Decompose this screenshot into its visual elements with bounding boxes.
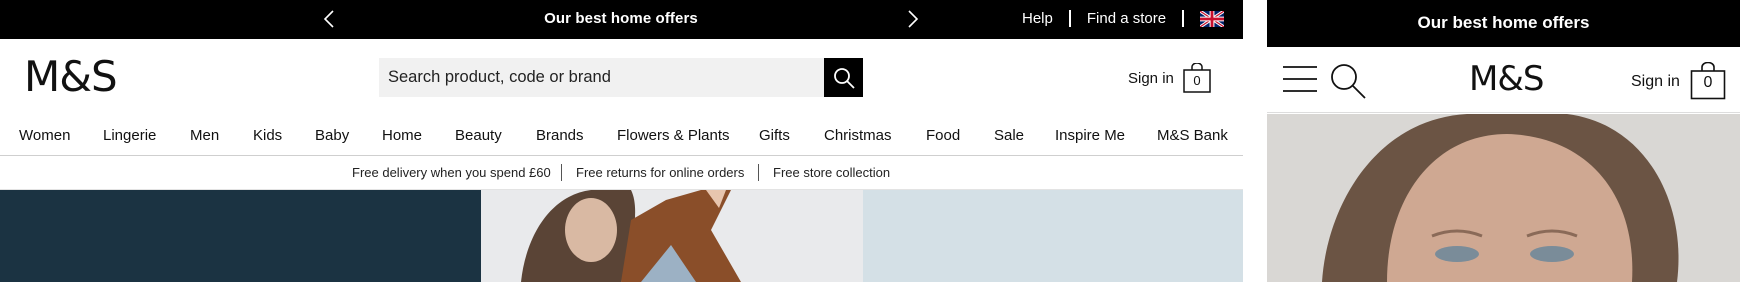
mobile-header: M&S Sign in 0	[1267, 47, 1740, 113]
nav-item-men[interactable]: Men	[190, 127, 219, 144]
chevron-right-icon[interactable]	[902, 8, 924, 30]
hero-panel-right[interactable]	[863, 190, 1243, 282]
ms-logo[interactable]: M&S	[24, 56, 118, 98]
desktop-view: Our best home offers Help Find a store M…	[0, 0, 1243, 282]
service-returns[interactable]: Free returns for online orders	[576, 165, 744, 180]
nav-item-sale[interactable]: Sale	[994, 127, 1024, 144]
help-link[interactable]: Help	[1022, 10, 1053, 27]
hero-panel-left[interactable]	[0, 190, 481, 282]
mobile-view: Our best home offers M&S Sign in 0	[1267, 0, 1740, 282]
nav-item-flowers-plants[interactable]: Flowers & Plants	[617, 127, 730, 144]
divider	[1068, 10, 1071, 27]
site-header: M&S Sign in 0	[0, 39, 1243, 114]
nav-item-ms-bank[interactable]: M&S Bank	[1157, 127, 1228, 144]
bag-count: 0	[1703, 74, 1713, 91]
nav-item-lingerie[interactable]: Lingerie	[103, 127, 156, 144]
bag-count: 0	[1193, 73, 1201, 88]
nav-item-christmas[interactable]: Christmas	[824, 127, 892, 144]
nav-item-kids[interactable]: Kids	[253, 127, 282, 144]
main-navigation: Women Lingerie Men Kids Baby Home Beauty…	[0, 122, 1243, 148]
search-input[interactable]	[379, 58, 825, 97]
divider	[561, 164, 562, 181]
ms-logo[interactable]: M&S	[1469, 62, 1544, 96]
chevron-left-icon[interactable]	[318, 8, 340, 30]
search-icon[interactable]	[1329, 62, 1367, 100]
nav-item-home[interactable]: Home	[382, 127, 422, 144]
divider	[1182, 10, 1185, 27]
hero-image[interactable]	[481, 190, 863, 282]
find-a-store-link[interactable]: Find a store	[1087, 10, 1166, 27]
sign-in-link[interactable]: Sign in	[1128, 70, 1174, 87]
divider	[758, 164, 759, 181]
service-delivery[interactable]: Free delivery when you spend £60	[352, 165, 551, 180]
mobile-promo-text[interactable]: Our best home offers	[1267, 0, 1740, 47]
search-icon	[833, 67, 855, 89]
nav-item-food[interactable]: Food	[926, 127, 960, 144]
hero-image[interactable]	[1267, 114, 1740, 282]
nav-item-inspire-me[interactable]: Inspire Me	[1055, 127, 1125, 144]
model-photo	[1267, 114, 1740, 282]
nav-item-gifts[interactable]: Gifts	[759, 127, 790, 144]
hamburger-menu-icon[interactable]	[1283, 65, 1317, 93]
sign-in-link[interactable]: Sign in	[1631, 73, 1680, 91]
search-button[interactable]	[824, 58, 863, 97]
nav-item-baby[interactable]: Baby	[315, 127, 349, 144]
service-collection[interactable]: Free store collection	[773, 165, 890, 180]
service-bar: Free delivery when you spend £60 Free re…	[0, 155, 1243, 190]
nav-item-women[interactable]: Women	[19, 127, 70, 144]
utility-links: Help Find a store	[1022, 10, 1225, 27]
uk-flag-icon[interactable]	[1200, 10, 1225, 27]
model-photo	[481, 190, 863, 282]
promo-bar: Our best home offers Help Find a store	[0, 0, 1243, 39]
nav-item-brands[interactable]: Brands	[536, 127, 584, 144]
promo-text[interactable]: Our best home offers	[430, 10, 812, 27]
nav-item-beauty[interactable]: Beauty	[455, 127, 502, 144]
